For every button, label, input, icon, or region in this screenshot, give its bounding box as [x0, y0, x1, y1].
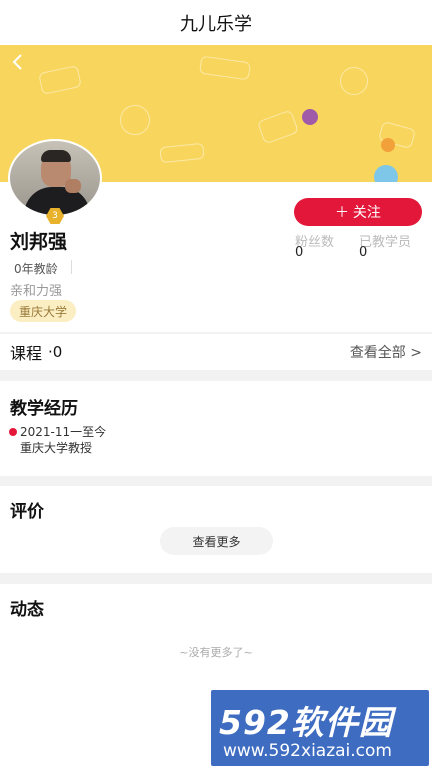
- school-tag: 重庆大学: [10, 300, 77, 322]
- experience-date: 2021-11一至今: [20, 425, 107, 439]
- stat-followers-value: 0: [295, 245, 304, 260]
- back-button[interactable]: [6, 51, 28, 73]
- teacher-traits: 亲和力强: [10, 284, 63, 299]
- follow-button-label: ＋ 关注: [335, 204, 381, 220]
- courses-row: 课程 ·0 查看全部 >: [0, 334, 432, 370]
- decor-ball: [381, 138, 395, 152]
- app-title: 九儿乐学: [180, 13, 252, 35]
- reviews-title: 评价: [10, 502, 44, 522]
- view-all-courses-link[interactable]: 查看全部 >: [350, 342, 422, 362]
- timeline-dot: [9, 428, 17, 436]
- feed-title: 动态: [10, 600, 44, 620]
- experience-section: 教学经历 2021-11一至今 重庆大学教授: [0, 381, 432, 476]
- experience-title: 教学经历: [10, 399, 78, 419]
- watermark-url: www.592xiazai.com: [223, 741, 392, 761]
- chevron-left-icon: [12, 54, 22, 70]
- stat-students-value: 0: [359, 245, 368, 260]
- decor-ball: [302, 109, 318, 125]
- view-more-label: 查看更多: [192, 534, 241, 549]
- top-bar: 九儿乐学: [0, 0, 432, 45]
- avatar[interactable]: [8, 139, 102, 217]
- follow-button[interactable]: ＋ 关注: [294, 198, 422, 226]
- school-tag-label: 重庆大学: [19, 304, 68, 319]
- watermark-logo: 592软件园 www.592xiazai.com: [211, 690, 429, 766]
- reviews-section: 评价 查看更多: [0, 486, 432, 573]
- courses-count: ·0: [48, 343, 63, 361]
- no-more-text: ~没有更多了~: [179, 646, 253, 659]
- experience-desc: 重庆大学教授: [20, 441, 93, 455]
- courses-title: 课程: [10, 344, 43, 363]
- watermark-logo-text: 592软件园: [219, 703, 393, 742]
- teacher-name: 刘邦强: [10, 231, 68, 253]
- teaching-years: 0年教龄: [14, 262, 58, 276]
- divider: [71, 260, 72, 274]
- view-more-button[interactable]: 查看更多: [160, 527, 273, 555]
